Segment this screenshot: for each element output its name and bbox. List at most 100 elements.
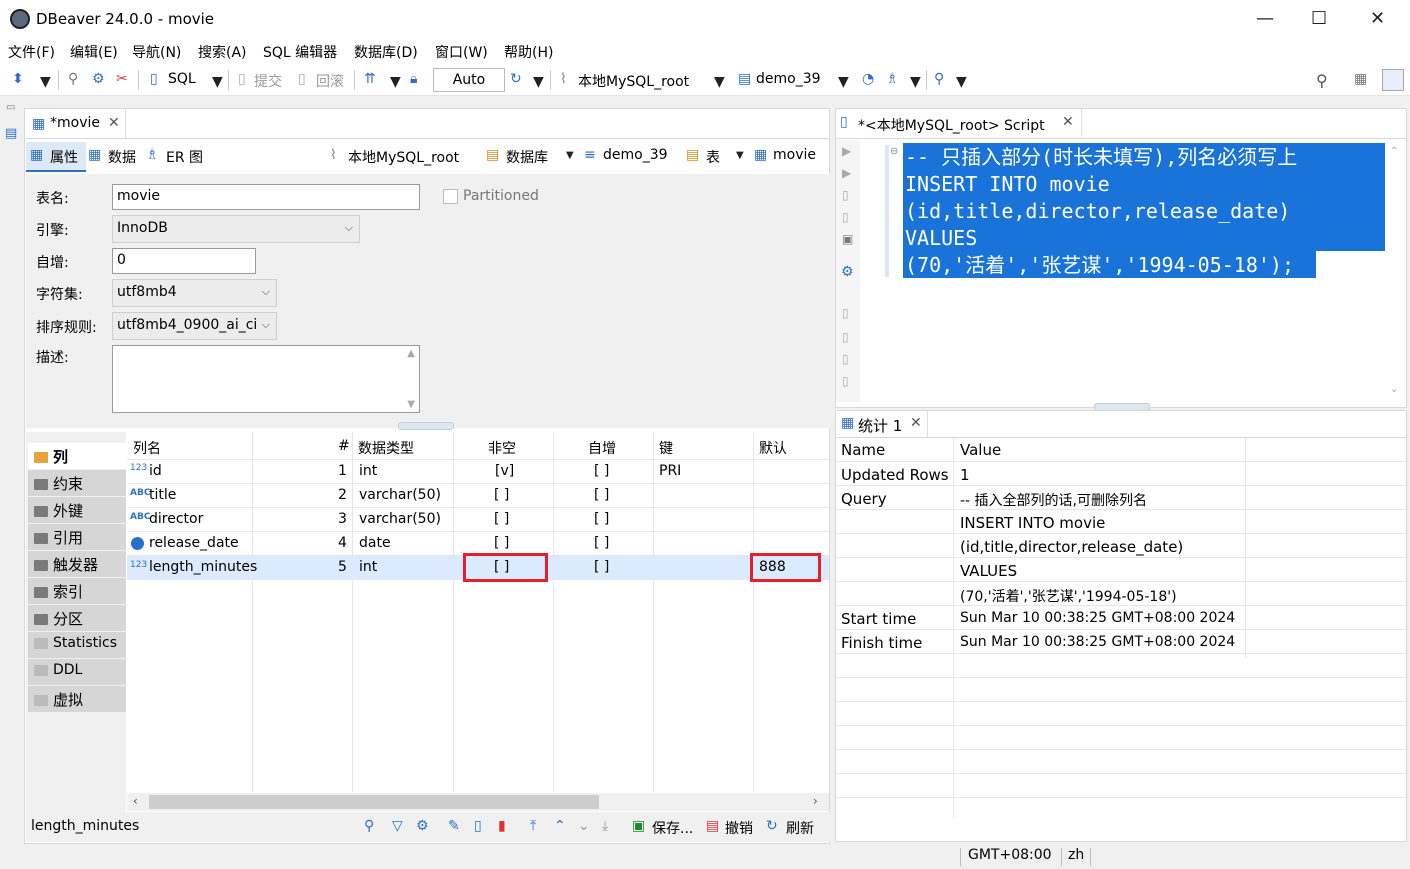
undo-button[interactable]: 撤销 (725, 818, 753, 838)
dashboard-icon[interactable]: ◔ (862, 71, 874, 87)
charset-select[interactable]: utf8mb4 ⌵ (112, 279, 277, 307)
column-datatype-cell[interactable]: int (359, 559, 377, 575)
nav-columns[interactable]: 列 (28, 443, 126, 469)
new-connection-icon[interactable]: ⬍ (12, 71, 24, 87)
stats-header-name[interactable]: Name (841, 441, 885, 459)
save-script-icon[interactable]: ▯ (842, 352, 849, 366)
column-name-cell[interactable]: release_date (149, 535, 239, 551)
col-header-notnull[interactable]: 非空 (488, 438, 516, 458)
column-notnull-cell[interactable]: [ ] (494, 511, 509, 527)
tab-statistics[interactable]: ▦ 统计 1 ✕ (836, 411, 928, 437)
close-button[interactable]: ✕ (1370, 8, 1385, 29)
col-header-datatype[interactable]: 数据类型 (358, 438, 414, 458)
sql-editor-icon[interactable]: ▯ (150, 71, 158, 87)
column-name-cell[interactable]: length_minutes (149, 559, 257, 575)
partitioned-checkbox[interactable] (443, 189, 458, 204)
navigator-icon[interactable]: ▤ (5, 126, 17, 141)
col-header-autoinc[interactable]: 自增 (588, 438, 616, 458)
delete-icon[interactable]: ▮ (498, 818, 506, 834)
format-icon[interactable]: ▯ (842, 306, 849, 320)
move-top-icon[interactable]: ⤒ (530, 818, 536, 834)
menu-sql-editor[interactable]: SQL 编辑器 (263, 42, 337, 62)
col-header-position[interactable]: # (338, 438, 350, 454)
auto-commit-field[interactable]: Auto (433, 68, 505, 92)
commit-button[interactable]: 提交 (254, 71, 282, 91)
subtab-er-diagram[interactable]: ♗ ER 图 (146, 142, 212, 172)
nav-triggers[interactable]: 触发器 (28, 551, 126, 577)
code-line[interactable]: INSERT INTO movie (905, 171, 1110, 198)
nav-foreign-keys[interactable]: 外键 (28, 497, 126, 523)
move-up-icon[interactable]: ⌃ (554, 818, 566, 834)
maximize-button[interactable]: ☐ (1311, 8, 1327, 29)
execute-script-icon[interactable]: ▶ (842, 166, 851, 180)
column-notnull-cell[interactable]: [ ] (494, 487, 509, 503)
breadcrumb-table[interactable]: movie (773, 147, 816, 163)
description-textarea[interactable]: ▲ ▼ (112, 345, 420, 413)
code-line[interactable]: VALUES (905, 225, 977, 252)
sql-dropdown-icon[interactable]: ▼ (212, 74, 223, 90)
perspective-icon[interactable]: ▦ (1354, 71, 1367, 87)
breadcrumb-tables[interactable]: 表 (706, 147, 720, 167)
nav-ddl[interactable]: DDL (28, 659, 126, 685)
column-autoinc-cell[interactable]: [ ] (594, 463, 609, 479)
active-connection[interactable]: 本地MySQL_root (578, 71, 689, 91)
code-line[interactable]: -- 只插入部分(时长未填写),列名必须写上 (905, 144, 1297, 171)
search-icon[interactable]: ⚲ (364, 818, 374, 834)
nav-virtual[interactable]: 虚拟 (28, 686, 126, 712)
history-dropdown-icon[interactable]: ▼ (533, 74, 544, 90)
schema-icon[interactable]: ♗ (886, 71, 899, 87)
column-name-cell[interactable]: title (149, 487, 176, 503)
execute-icon[interactable]: ▶ (842, 144, 851, 158)
column-autoinc-cell[interactable]: [ ] (594, 535, 609, 551)
breadcrumb-databases[interactable]: 数据库 (506, 147, 548, 167)
scroll-thumb[interactable] (149, 795, 599, 809)
column-datatype-cell[interactable]: varchar(50) (359, 487, 441, 503)
splitter-handle[interactable] (398, 422, 454, 430)
col-header-key[interactable]: 键 (659, 438, 673, 458)
nav-constraints[interactable]: 约束 (28, 470, 126, 496)
export-icon[interactable]: ▯ (842, 210, 849, 224)
filter-icon[interactable]: ▽ (392, 818, 403, 834)
code-line[interactable]: (id,title,director,release_date) (905, 198, 1290, 225)
column-autoinc-cell[interactable]: [ ] (594, 559, 609, 575)
breadcrumb-dropdown-icon[interactable]: ▼ (566, 150, 574, 161)
menu-database[interactable]: 数据库(D) (354, 42, 418, 62)
auto-increment-input[interactable]: 0 (112, 248, 256, 274)
menu-window[interactable]: 窗口(W) (435, 42, 488, 62)
tab-script[interactable]: ▯ *<本地MySQL_root> Script ✕ (836, 109, 1082, 137)
collation-select[interactable]: utf8mb4_0900_ai_ci ⌵ (112, 312, 277, 340)
transaction-mode-icon[interactable]: ⇈ (364, 71, 376, 87)
disconnect-icon[interactable]: ✂ (116, 71, 128, 87)
column-notnull-cell[interactable]: [v] (495, 463, 514, 479)
column-autoinc-cell[interactable]: [ ] (594, 487, 609, 503)
nav-partitions[interactable]: 分区 (28, 605, 126, 631)
dbeaver-perspective-icon[interactable] (1382, 69, 1404, 91)
transaction-dropdown-icon[interactable]: ▼ (390, 74, 401, 90)
column-notnull-cell[interactable]: [ ] (494, 535, 509, 551)
menu-file[interactable]: 文件(F) (8, 42, 55, 62)
database-dropdown-icon[interactable]: ▼ (838, 74, 849, 90)
connection-dropdown-icon[interactable]: ▼ (714, 74, 725, 90)
outline-icon[interactable]: ▯ (842, 374, 849, 388)
find-icon[interactable]: ⚲ (934, 71, 944, 87)
breadcrumb-schema[interactable]: demo_39 (603, 147, 668, 163)
nav-references[interactable]: 引用 (28, 524, 126, 550)
column-datatype-cell[interactable]: date (359, 535, 391, 551)
active-database[interactable]: demo_39 (756, 71, 821, 87)
menu-help[interactable]: 帮助(H) (504, 42, 553, 62)
col-header-default[interactable]: 默认 (759, 438, 787, 458)
minimize-button[interactable]: — (1256, 8, 1274, 29)
new-connection-dropdown-icon[interactable]: ▼ (40, 74, 51, 90)
col-header-name[interactable]: 列名 (133, 438, 161, 458)
menu-search[interactable]: 搜索(A) (198, 42, 247, 62)
horizontal-scrollbar[interactable]: ‹ › (127, 793, 829, 811)
restore-icon[interactable]: ▭ (6, 102, 15, 113)
menu-navigate[interactable]: 导航(N) (132, 42, 181, 62)
search-icon[interactable]: ⚲ (1316, 71, 1328, 90)
move-bottom-icon[interactable]: ⤓ (602, 818, 608, 834)
explain-icon[interactable]: ▯ (842, 188, 849, 202)
load-icon[interactable]: ▯ (842, 330, 849, 344)
edit-icon[interactable]: ✎ (448, 818, 460, 834)
scroll-up-icon[interactable]: ▲ (407, 348, 415, 359)
lock-icon[interactable]: 🔒︎ (410, 71, 417, 87)
